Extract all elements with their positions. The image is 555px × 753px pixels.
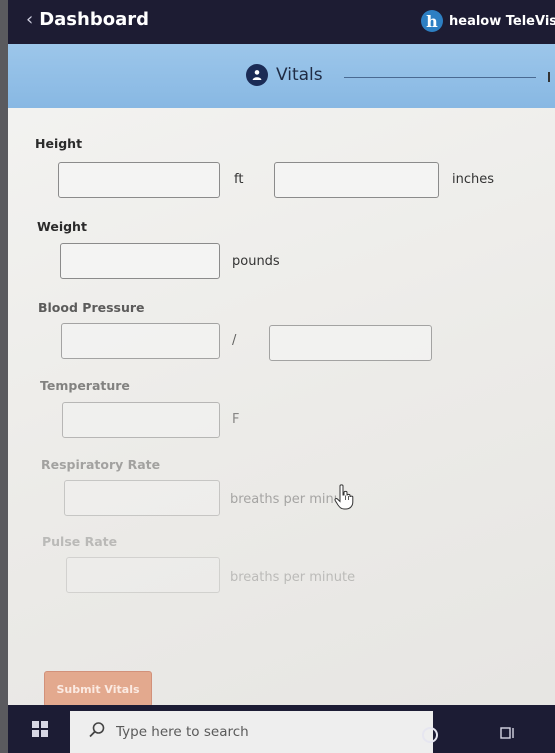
section-title: Vitals [276,65,323,85]
brand: h healow TeleVisi [421,10,555,32]
height-label: Height [35,136,83,151]
respiratory-rate-label: Respiratory Rate [41,457,161,472]
weight-input[interactable] [60,243,220,279]
height-inches-input[interactable] [274,162,439,198]
windows-start-icon[interactable] [32,721,48,737]
section-title-wrap: Vitals [246,64,323,86]
diastolic-input[interactable] [269,325,432,361]
taskbar-search[interactable] [70,711,433,753]
chevron-left-icon: ‹ [26,9,34,30]
pulse-rate-label: Pulse Rate [42,534,118,549]
height-inches-unit: inches [452,172,495,187]
healow-logo-icon: h [421,10,443,32]
temperature-input[interactable] [62,402,220,438]
pulse-rate-input[interactable] [66,557,220,593]
blood-pressure-label: Blood Pressure [38,300,145,315]
progress-marker [548,72,550,82]
brand-name: healow TeleVisi [449,13,555,29]
task-view-icon[interactable] [500,725,516,745]
hand-pointer-cursor-icon [334,484,354,514]
systolic-input[interactable] [61,323,220,359]
temperature-label: Temperature [40,378,130,393]
windows-taskbar [8,705,555,753]
section-header: Vitals [8,44,555,108]
pulse-rate-unit: breaths per minute [230,570,356,585]
bp-separator: / [232,333,237,348]
height-ft-input[interactable] [58,162,220,198]
weight-unit: pounds [232,254,280,269]
respiratory-rate-unit: breaths per minu [230,492,342,507]
temperature-unit: F [232,412,240,427]
search-icon [88,721,106,743]
back-to-dashboard-link[interactable]: ‹ Dashboard [26,9,149,30]
top-bar: ‹ Dashboard h healow TeleVisi [8,0,555,44]
respiratory-rate-input[interactable] [64,480,220,516]
submit-vitals-button[interactable]: Submit Vitals [44,671,152,707]
app-screen: ‹ Dashboard h healow TeleVisi Vitals Hei… [8,0,555,753]
person-vitals-icon [246,64,268,86]
height-ft-unit: ft [234,172,244,187]
weight-label: Weight [37,219,87,234]
back-label: Dashboard [39,9,149,30]
cortana-circle-icon[interactable] [422,727,438,743]
taskbar-search-input[interactable] [114,723,398,741]
progress-line [344,77,536,78]
